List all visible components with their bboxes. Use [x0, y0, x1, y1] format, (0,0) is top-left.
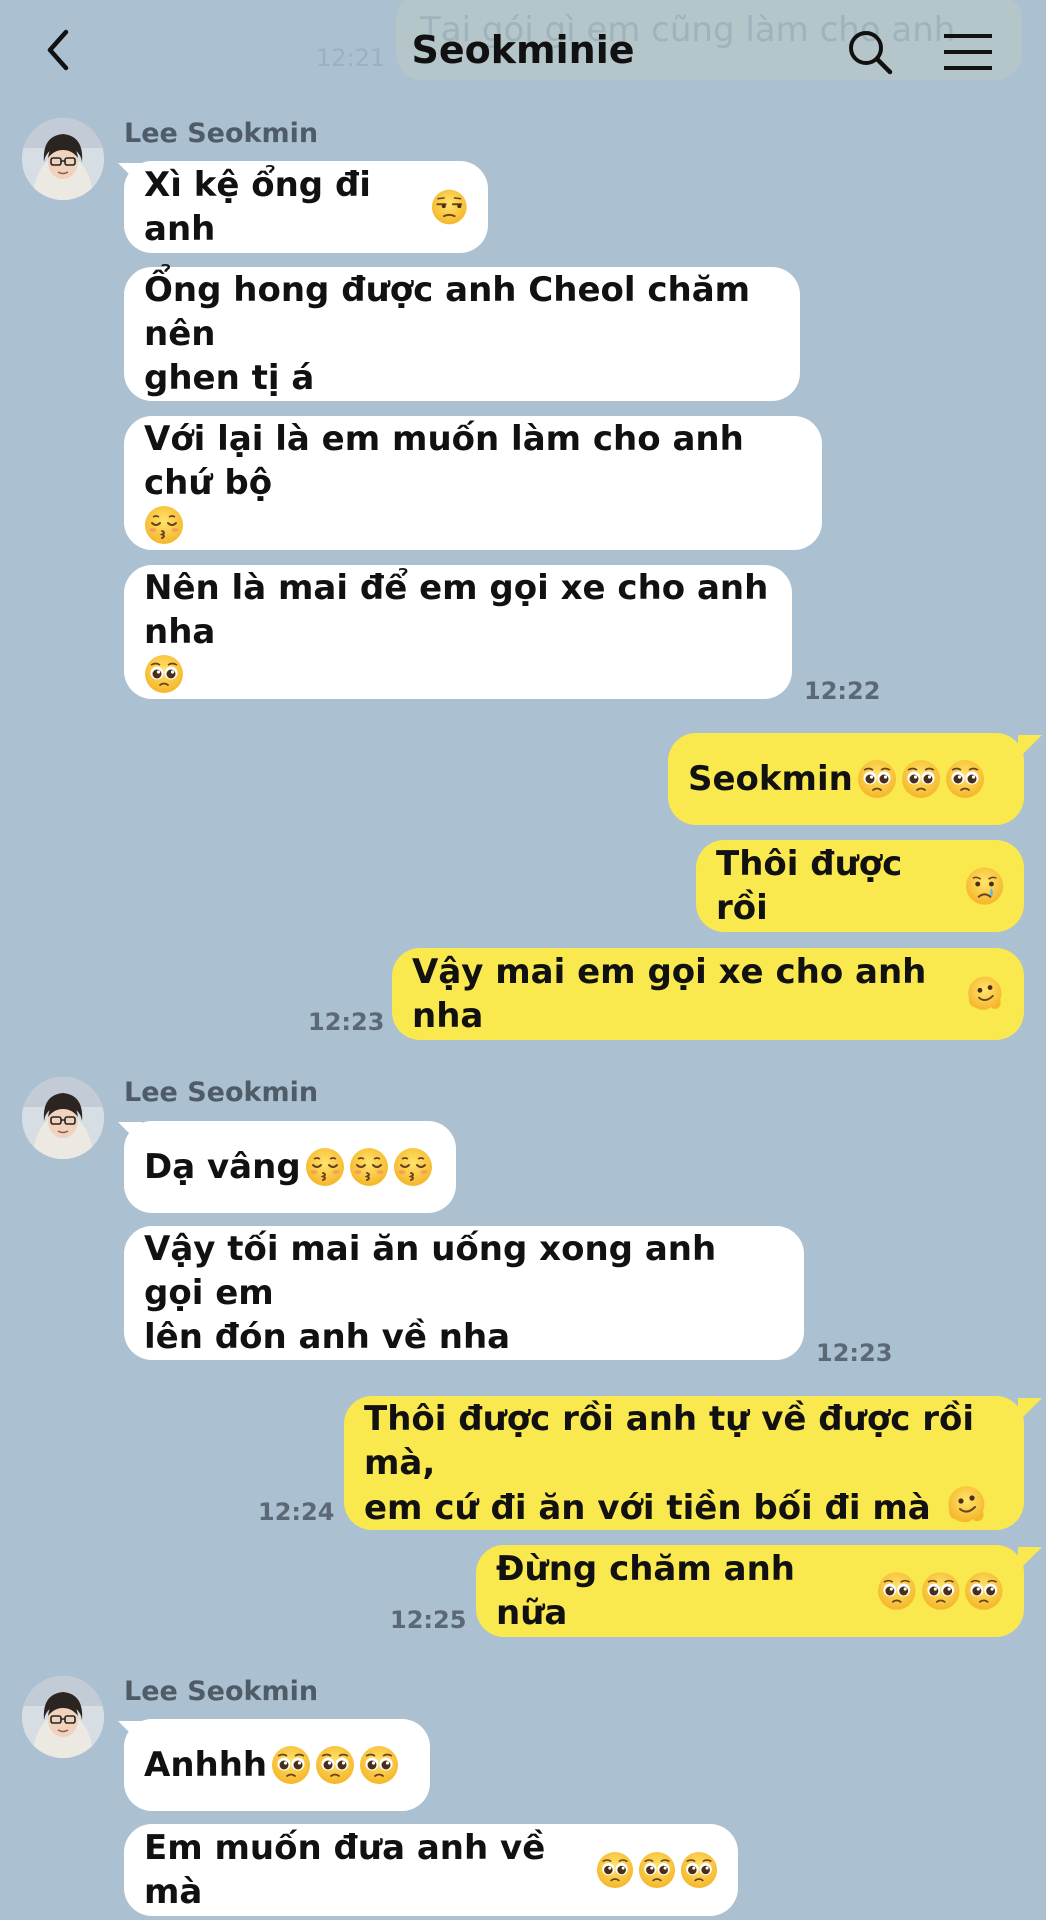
message-text: Thôi được rồi	[716, 844, 903, 928]
message-text-line: Với lại là em muốn làm cho anh chứ bộ	[144, 418, 744, 503]
message-text: Seokmin	[688, 759, 853, 799]
pleading-face-icon	[359, 1745, 399, 1785]
pleading-face-icon	[945, 759, 985, 799]
message-time: 12:24	[258, 1498, 335, 1526]
message-time: 12:23	[308, 1008, 385, 1036]
avatar[interactable]	[22, 1077, 104, 1159]
message-text: Anhhh	[144, 1745, 268, 1785]
kissing-face-icon	[393, 1147, 433, 1187]
message-bubble-outgoing[interactable]: Seokmin	[668, 733, 1024, 825]
pleading-face-icon	[596, 1850, 634, 1890]
hamburger-menu-icon[interactable]	[942, 32, 994, 72]
message-bubble-incoming[interactable]: Xì kệ ổng đi anh	[124, 161, 488, 253]
pleading-face-icon	[638, 1850, 676, 1890]
message-bubble-outgoing[interactable]: Thôi được rồi	[696, 840, 1024, 932]
message-text-line: Thôi được rồi anh tự về được rồi mà,	[364, 1398, 974, 1483]
message-text-line: Nên là mai để em gọi xe cho anh nha	[144, 567, 769, 652]
sender-name: Lee Seokmin	[124, 118, 319, 149]
pleading-face-icon	[857, 759, 897, 799]
message-text-line: em cứ đi ăn với tiền bối đi mà	[364, 1487, 931, 1528]
sender-name: Lee Seokmin	[124, 1077, 319, 1108]
message-bubble-outgoing[interactable]: Đừng chăm anh nữa	[476, 1545, 1024, 1637]
bubble-tail	[1018, 1547, 1042, 1571]
pleading-face-icon	[921, 1571, 961, 1611]
pleading-face-icon	[877, 1571, 917, 1611]
chat-header: 12:21 Tại gói gì em cũng làm cho anh Seo…	[0, 0, 1046, 108]
kissing-face-icon	[305, 1147, 345, 1187]
avatar[interactable]	[22, 1676, 104, 1758]
message-text-line: lên đón anh về nha	[144, 1317, 511, 1357]
message-bubble-incoming[interactable]: Vậy tối mai ăn uống xong anh gọi em lên …	[124, 1226, 804, 1360]
message-time: 12:25	[390, 1606, 467, 1634]
pleading-face-icon	[964, 1571, 1004, 1611]
message-text: Đừng chăm anh nữa	[496, 1549, 795, 1633]
pleading-face-icon	[680, 1850, 718, 1890]
message-bubble-incoming[interactable]: Em muốn đưa anh về mà	[124, 1824, 738, 1916]
avatar[interactable]	[22, 118, 104, 200]
message-text: Em muốn đưa anh về mà	[144, 1828, 546, 1912]
message-bubble-incoming[interactable]: Anhhh	[124, 1719, 430, 1811]
pleading-face-icon	[315, 1745, 355, 1785]
message-bubble-incoming[interactable]: Dạ vâng	[124, 1121, 456, 1213]
pleading-face-icon	[271, 1745, 311, 1785]
message-bubble-incoming[interactable]: Nên là mai để em gọi xe cho anh nha	[124, 565, 792, 699]
message-text-line: ghen tị á	[144, 358, 315, 398]
search-icon[interactable]	[846, 28, 894, 76]
message-text-line: Ổng hong được anh Cheol chăm nên	[144, 270, 751, 354]
crying-face-icon	[965, 866, 1004, 906]
sender-name: Lee Seokmin	[124, 1676, 319, 1707]
message-bubble-outgoing[interactable]: Vậy mai em gọi xe cho anh nha	[392, 948, 1024, 1040]
message-bubble-incoming[interactable]: Với lại là em muốn làm cho anh chứ bộ	[124, 416, 822, 550]
message-text: Vậy mai em gọi xe cho anh nha	[412, 952, 927, 1036]
melting-face-icon	[947, 1485, 987, 1525]
message-bubble-outgoing[interactable]: Thôi được rồi anh tự về được rồi mà, em …	[344, 1396, 1024, 1530]
bubble-tail	[1018, 735, 1042, 759]
kissing-face-icon	[144, 505, 184, 545]
message-time: 12:23	[816, 1339, 893, 1367]
kissing-face-icon	[349, 1147, 389, 1187]
message-text: Dạ vâng	[144, 1147, 301, 1187]
message-time: 12:22	[804, 677, 881, 705]
pleading-face-icon	[901, 759, 941, 799]
melting-face-icon	[967, 974, 1004, 1014]
bubble-tail	[1018, 1398, 1042, 1422]
unamused-face-icon	[431, 187, 468, 227]
pleading-face-icon	[144, 654, 184, 694]
message-text: Xì kệ ổng đi anh	[144, 165, 371, 249]
message-text-line: Vậy tối mai ăn uống xong anh gọi em	[144, 1229, 717, 1313]
message-bubble-incoming[interactable]: Ổng hong được anh Cheol chăm nên ghen tị…	[124, 267, 800, 401]
